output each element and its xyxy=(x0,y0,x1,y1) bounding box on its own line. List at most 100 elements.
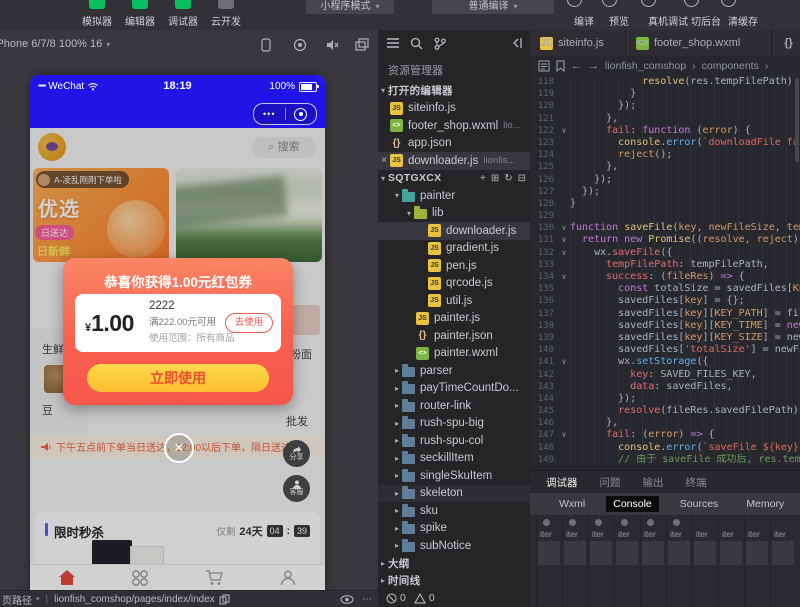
panel-tab-输出[interactable]: 输出 xyxy=(643,475,664,490)
tree-item-qrcode.js[interactable]: JS qrcode.js xyxy=(378,275,530,293)
tree-item-payTimeCountDo...[interactable]: ▸ payTimeCountDo... xyxy=(378,380,530,398)
section-header-outline[interactable]: ▸ 大纲 xyxy=(378,555,530,573)
code-line-123[interactable]: 123 console.error(`downloadFile failed, … xyxy=(530,136,800,150)
tree-item-rush-spu-col[interactable]: ▸ rush-spu-col xyxy=(378,432,530,450)
new-folder-icon[interactable]: ⊞ xyxy=(491,173,499,184)
mini-program-mode-dropdown[interactable]: 小程序模式 ▾ xyxy=(306,0,394,14)
code-line-132[interactable]: 132 ∨ wx.saveFile({ xyxy=(530,246,800,259)
code-line-128[interactable]: 128} xyxy=(530,197,800,211)
section-header-timeline[interactable]: ▸ 时间线 xyxy=(378,572,530,590)
open-editor-item[interactable]: JS siteinfo.js xyxy=(378,100,530,118)
code-line-126[interactable]: 126 }); xyxy=(530,173,800,186)
collapse-all-icon[interactable]: ⊟ xyxy=(518,173,526,184)
tree-item-painter.json[interactable]: {} painter.json xyxy=(378,327,530,345)
editor-scrollbar[interactable] xyxy=(795,78,799,162)
compile-mode-dropdown[interactable]: 普通编译 ▾ xyxy=(432,0,554,14)
tree-item-util.js[interactable]: JS util.js xyxy=(378,292,530,310)
open-editor-item[interactable]: {} app.json xyxy=(378,135,530,153)
fold-icon[interactable]: ∨ xyxy=(558,429,570,441)
copy-icon[interactable] xyxy=(219,594,230,605)
code-line-139[interactable]: 139 savedFiles[key][KEY_SIZE] = newFileS… xyxy=(530,331,800,345)
device-selector[interactable]: iPhone 6/7/8 100% 16 ▾ xyxy=(0,38,110,50)
console-content[interactable]: iter iter iter iter iter iter iter iter iter iter xyxy=(530,515,800,607)
tree-item-skeleton[interactable]: ▸ skeleton xyxy=(378,484,530,502)
code-line-129[interactable]: 129 xyxy=(530,210,800,223)
code-line-145[interactable]: 145 resolve(fileRes.savedFilePath); xyxy=(530,405,800,418)
new-file-icon[interactable]: + xyxy=(480,173,486,184)
toolbar-button-调试器[interactable]: 调试器 xyxy=(161,0,205,30)
code-line-143[interactable]: 143 data: savedFiles, xyxy=(530,380,800,393)
devtools-tab-Wxml[interactable]: Wxml xyxy=(552,496,592,512)
code-line-141[interactable]: 141 ∨ wx.setStorage({ xyxy=(530,356,800,369)
code-line-122[interactable]: 122 ∨ fail: function (error) { xyxy=(530,124,800,137)
wechat-capsule[interactable]: ••• xyxy=(253,103,317,125)
devtools-tab-Sources[interactable]: Sources xyxy=(673,496,726,512)
tree-item-downloader.js[interactable]: JS downloader.js xyxy=(378,222,530,240)
panel-tab-终端[interactable]: 终端 xyxy=(686,475,707,490)
code-line-121[interactable]: 121 }, xyxy=(530,112,800,125)
go-use-button[interactable]: 去使用 xyxy=(225,313,273,333)
fold-icon[interactable]: ∨ xyxy=(558,271,570,283)
devtools-tab-Console[interactable]: Console xyxy=(606,496,659,512)
section-header-SQTGXCX[interactable]: ▾ SQTGXCX + ⊞ ↻ ⊟ xyxy=(378,170,530,188)
editor-tab-app.json[interactable]: {}app.json xyxy=(772,30,800,56)
code-line-127[interactable]: 127 }); xyxy=(530,185,800,198)
code-line-130[interactable]: 130 ∨ function saveFile(key, newFileSize, … xyxy=(530,222,800,235)
close-icon[interactable]: × xyxy=(378,155,390,166)
open-editor-item[interactable]: × JS downloader.js lionfis... xyxy=(378,152,530,170)
panel-tab-调试器[interactable]: 调试器 xyxy=(546,475,578,495)
breadcrumb-folder[interactable]: components xyxy=(702,60,759,72)
toolbar-button-模拟器[interactable]: 模拟器 xyxy=(75,0,119,30)
more-options-icon[interactable]: ⋯ xyxy=(362,594,372,605)
editor-tab-siteinfo.js[interactable]: JS siteinfo.js xyxy=(530,30,626,56)
problems-status[interactable]: 0 0 xyxy=(386,592,435,604)
mute-icon[interactable] xyxy=(324,38,340,52)
multi-window-icon[interactable] xyxy=(354,38,370,52)
bookmark-icon[interactable] xyxy=(556,60,565,72)
fold-icon[interactable]: ∨ xyxy=(558,356,570,368)
toolbar-button-编辑器[interactable]: 编辑器 xyxy=(118,0,162,30)
console-column[interactable]: iter xyxy=(640,515,666,607)
console-column[interactable]: iter xyxy=(536,515,562,607)
use-now-button[interactable]: 立即使用 xyxy=(87,364,269,392)
code-line-146[interactable]: 146 }, xyxy=(530,417,800,430)
code-line-138[interactable]: 138 savedFiles[key][KEY_TIME] = new Date… xyxy=(530,319,800,332)
tree-item-pen.js[interactable]: JS pen.js xyxy=(378,257,530,275)
tree-item-router-link[interactable]: ▸ router-link xyxy=(378,397,530,415)
code-line-144[interactable]: 144 }); xyxy=(530,392,800,406)
project-actions[interactable]: + ⊞ ↻ ⊟ xyxy=(480,170,526,188)
search-icon[interactable] xyxy=(410,37,423,50)
eye-icon[interactable] xyxy=(340,594,354,604)
tree-item-painter[interactable]: ▾ painter xyxy=(378,187,530,205)
code-area[interactable]: 118 resolve(res.tempFilePath); 119 } 120 }… xyxy=(530,76,800,470)
open-editor-item[interactable]: <> footer_shop.wxml lio... xyxy=(378,117,530,135)
breadcrumb[interactable]: ← → lionfish_comshop › components › xyxy=(530,56,800,76)
rotate-device-icon[interactable] xyxy=(258,38,274,52)
code-line-140[interactable]: 140 savedFiles['totalSize'] = newFileSiz… xyxy=(530,344,800,357)
code-line-136[interactable]: 136 savedFiles[key] = {}; xyxy=(530,295,800,308)
code-line-119[interactable]: 119 } xyxy=(530,88,800,101)
code-line-125[interactable]: 125 }, xyxy=(530,161,800,174)
code-line-142[interactable]: 142 key: SAVED_FILES_KEY, xyxy=(530,368,800,381)
outline-icon[interactable] xyxy=(538,60,550,72)
tree-item-singleSkuItem[interactable]: ▸ singleSkuItem xyxy=(378,467,530,485)
code-line-120[interactable]: 120 }); xyxy=(530,100,800,113)
record-icon[interactable] xyxy=(292,38,308,52)
git-branch-icon[interactable] xyxy=(434,37,446,50)
forward-icon[interactable]: → xyxy=(588,60,599,72)
console-column[interactable]: iter xyxy=(718,515,744,607)
refresh-icon[interactable]: ↻ xyxy=(504,173,512,184)
code-line-118[interactable]: 118 resolve(res.tempFilePath); xyxy=(530,76,800,89)
console-column[interactable]: iter xyxy=(666,515,692,607)
tree-item-seckillItem[interactable]: ▸ seckillItem xyxy=(378,450,530,468)
code-line-133[interactable]: 133 tempFilePath: tempFilePath, xyxy=(530,258,800,271)
collapse-panel-icon[interactable] xyxy=(510,37,523,49)
tree-item-painter.wxml[interactable]: <> painter.wxml xyxy=(378,345,530,363)
tree-item-lib[interactable]: ▾ lib xyxy=(378,205,530,223)
fold-icon[interactable]: ∨ xyxy=(558,125,570,137)
tree-item-subNotice[interactable]: ▸ subNotice xyxy=(378,537,530,555)
console-column[interactable]: iter xyxy=(614,515,640,607)
back-icon[interactable]: ← xyxy=(571,60,582,72)
fold-icon[interactable]: ∨ xyxy=(558,234,570,246)
editor-tab-footer_shop.wxml[interactable]: <> footer_shop.wxml xyxy=(626,30,772,56)
